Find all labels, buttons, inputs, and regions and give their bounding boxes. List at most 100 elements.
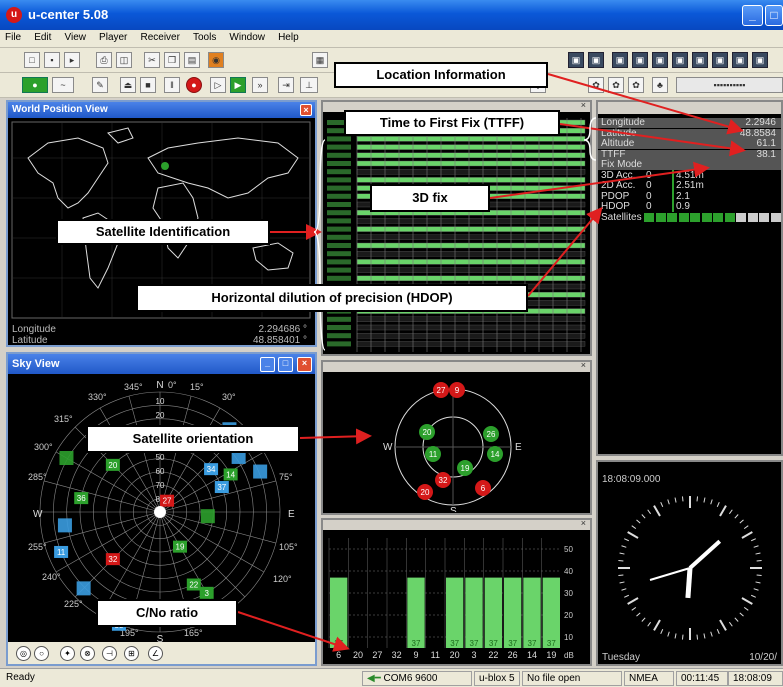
record-icon[interactable]: ● [186,77,202,93]
print-icon[interactable]: ⎙ [96,52,112,68]
signal-table-close-icon[interactable]: × [581,102,586,110]
tool-d-icon[interactable]: ✿ [628,77,644,93]
signal-bar [356,275,586,282]
save-icon[interactable]: ▪ [44,52,60,68]
menu-file[interactable]: File [0,30,26,45]
sky-opt-b-icon[interactable]: ○ [34,646,49,661]
player-slider-icon[interactable]: ⊥ [300,77,318,93]
fast-forward-icon[interactable]: » [252,77,268,93]
view-clock-icon[interactable]: ▣ [712,52,728,68]
view-chart-icon[interactable]: ▣ [632,52,648,68]
clock-tick [647,509,652,515]
sky-split-icon[interactable]: ⊣ [102,646,117,661]
open-folder-icon[interactable]: ▸ [64,52,80,68]
record-config-icon[interactable]: ◉ [208,52,224,68]
tool-e-icon[interactable]: ♣ [652,77,668,93]
view-camera-icon[interactable]: ▣ [672,52,688,68]
world-latitude-value: 48.858401 ° [252,335,307,346]
status-port[interactable]: ◀━ COM6 9600 [362,671,472,686]
port-plug-icon: ◀━ [367,673,381,684]
copy-icon[interactable]: ❐ [164,52,180,68]
signal-sv-cell [327,341,351,347]
signal-bar [356,250,586,257]
autobaud-icon[interactable]: ✎ [92,77,108,93]
sky-view-maximize-button[interactable]: □ [278,357,293,372]
orient-sat-label: 20 [423,428,432,437]
baudrate-icon[interactable]: ~ [52,77,74,93]
minimize-button[interactable]: _ [742,5,763,26]
eject-icon[interactable]: ⏏ [120,77,136,93]
sky-opt-a-icon[interactable]: ◎ [16,646,31,661]
sky-view-close-button[interactable]: × [297,357,312,372]
cut-icon[interactable]: ✂ [144,52,160,68]
connection-icon[interactable]: ● [22,77,48,93]
clock-tick [627,597,639,605]
sky-trace-cell [59,451,74,465]
nav-sat-indicator [690,212,700,222]
nav-info-label: HDOP [601,201,630,212]
status-device: u-blox 5 [474,671,520,686]
paste-icon[interactable]: ▤ [184,52,200,68]
play-icon[interactable]: ▶ [230,77,246,93]
menu-tools[interactable]: Tools [188,30,221,45]
menu-view[interactable]: View [59,30,91,45]
maximize-button[interactable]: □ [765,5,783,26]
orient-sat-label: 32 [439,476,448,485]
sky-target-icon[interactable]: ⊗ [80,646,95,661]
view-table-icon[interactable]: ▣ [752,52,768,68]
clock-tick [624,594,629,598]
cno-bar [330,577,348,648]
clock-tick [618,574,624,577]
el-label-20: 20 [156,411,165,420]
menu-receiver[interactable]: Receiver [135,30,184,45]
skip-end-icon[interactable]: ⇥ [278,77,294,93]
cno-bar [504,577,522,648]
world-view-close-button[interactable]: × [300,104,312,116]
view-console-icon[interactable]: ▣ [568,52,584,68]
clock-tick [660,502,664,507]
view-histogram-icon[interactable]: ▣ [652,52,668,68]
clock-tick [621,588,627,591]
print-preview-icon[interactable]: ◫ [116,52,132,68]
new-file-icon[interactable]: □ [24,52,40,68]
window-title: u-center 5.08 [28,7,109,22]
view-data-icon[interactable]: ▣ [732,52,748,68]
tool-b-icon[interactable]: ✿ [588,77,604,93]
sky-spoke [159,396,192,513]
view-world-icon[interactable]: ▣ [612,52,628,68]
sky-view-minimize-button[interactable]: _ [260,357,275,372]
clock-tick [739,519,744,524]
orientation-plot[interactable]: W E S 27 9 20 26 11 14 19 32 20 6 [323,372,590,512]
cno-chart-close-icon[interactable]: × [581,520,586,528]
menu-help[interactable]: Help [273,30,304,45]
clock-day: Tuesday [602,652,640,663]
menu-player[interactable]: Player [94,30,132,45]
cno-y-tick: 50 [564,545,573,554]
signal-bar [356,160,586,167]
menu-edit[interactable]: Edit [29,30,56,45]
clock-tick [755,552,761,555]
stop-icon[interactable]: ■ [140,77,156,93]
cno-sv-label: 6 [336,650,341,660]
tool-c-icon[interactable]: ✿ [608,77,624,93]
signal-sv-cell [327,210,351,216]
orientation-close-icon[interactable]: × [581,362,586,370]
view-tool-icon[interactable]: ▦ [312,52,328,68]
sky-globe-icon[interactable]: ✦ [60,646,75,661]
sky-spoke [44,480,161,513]
el-label-60: 60 [156,467,165,476]
view-sky-icon[interactable]: ▣ [588,52,604,68]
az-label-105: 105° [279,542,298,552]
sky-axis-icon[interactable]: ∠ [148,646,163,661]
pause-icon[interactable]: ‖ [164,77,180,93]
az-label-0: 0° [168,380,177,390]
clock-tick [636,519,641,524]
sky-zenith-mark [154,506,166,518]
signal-bar [356,267,586,273]
signal-bar [356,177,586,183]
menu-window[interactable]: Window [224,30,270,45]
step-icon[interactable]: ▷ [210,77,226,93]
sky-grid-icon[interactable]: ⊞ [124,646,139,661]
cno-y-tick: 40 [564,567,573,576]
view-deviation-icon[interactable]: ▣ [692,52,708,68]
